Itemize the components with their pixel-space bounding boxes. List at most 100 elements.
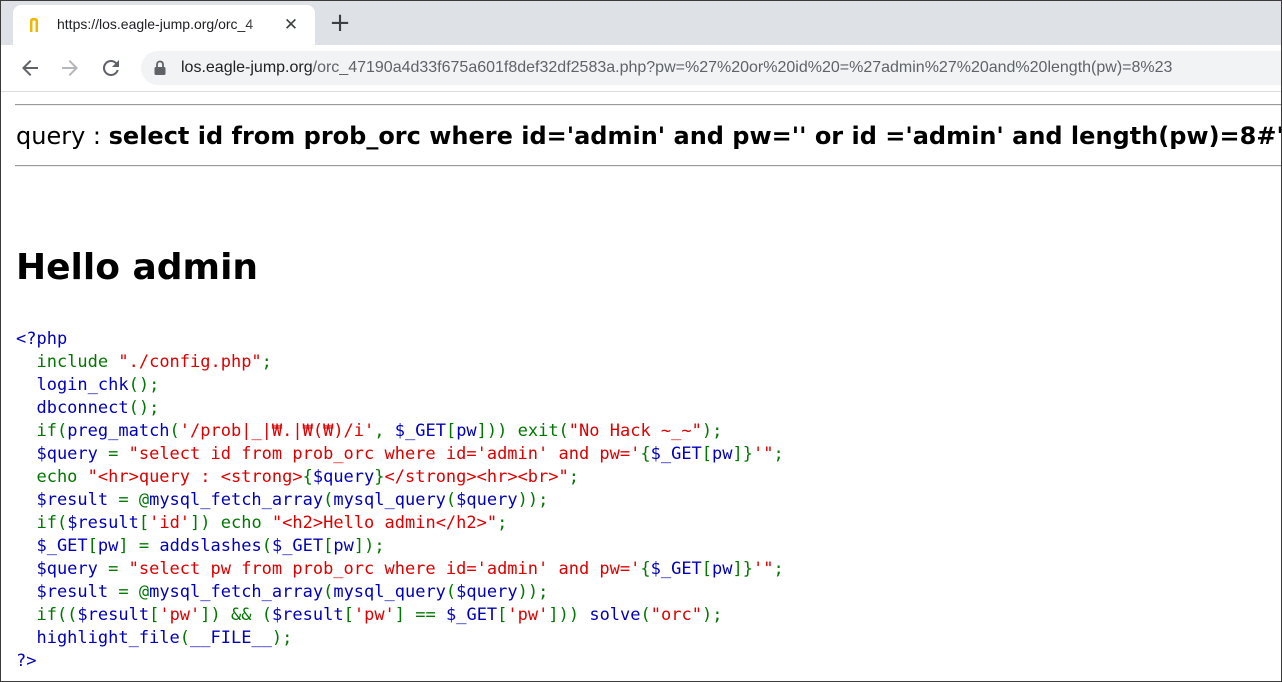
code-token: "./config.php" (118, 352, 262, 372)
code-token: $query (456, 490, 518, 510)
code-token: dbconnect (16, 398, 129, 418)
code-line: ?> (16, 650, 784, 673)
code-token: highlight_file (16, 628, 180, 648)
code-token: ?> (16, 651, 37, 671)
code-token: (); (128, 375, 160, 395)
code-token: ; (773, 559, 784, 579)
code-token: mysql_fetch_array (149, 582, 324, 602)
horizontal-rule-top (15, 104, 1281, 106)
code-token: if( (16, 421, 68, 441)
code-token: include (36, 352, 119, 372)
code-token: $result (271, 605, 344, 625)
tab-title-fade (245, 11, 279, 39)
code-token: [ (445, 421, 457, 441)
code-line: $query = "select pw from prob_orc where … (16, 558, 784, 581)
code-token: login_chk (16, 375, 129, 395)
lock-icon[interactable] (153, 60, 167, 76)
site-favicon-icon (30, 18, 38, 32)
code-token: ; (568, 467, 579, 487)
forward-arrow-icon[interactable] (58, 56, 82, 80)
code-token: "orc" (650, 605, 702, 625)
code-line: highlight_file(__FILE__); (16, 627, 784, 650)
address-bar[interactable]: los.eagle-jump.org/orc_47190a4d33f675a60… (141, 51, 1281, 85)
code-token: { (640, 444, 651, 464)
tab-active[interactable]: https://los.eagle-jump.org/orc_4 ✕ (13, 5, 315, 45)
code-token: )); (517, 490, 549, 510)
code-token: [ (138, 513, 150, 533)
code-token: pw (712, 444, 733, 464)
code-token: ])) (548, 605, 590, 625)
code-token: ] == (394, 605, 446, 625)
code-token: } (374, 467, 385, 487)
code-token: pw (333, 536, 354, 556)
page-content: query : select id from prob_orc where id… (1, 92, 1281, 681)
code-token: "<hr>query : <strong> (87, 467, 303, 487)
code-token: $query (16, 559, 109, 579)
code-token: __FILE__ (190, 628, 272, 648)
code-token: ]} (732, 444, 754, 464)
code-token: pw (456, 421, 477, 441)
code-token: pw (97, 536, 119, 556)
code-token: '" (753, 444, 774, 464)
code-token: "select pw from prob_orc where id='admin… (128, 559, 641, 579)
code-line: $_GET[pw] = addslashes($_GET[pw]); (16, 535, 784, 558)
code-token: if( (16, 513, 68, 533)
browser-window: https://los.eagle-jump.org/orc_4 ✕ + los… (0, 0, 1282, 682)
code-line: include "./config.php"; (16, 351, 784, 374)
code-token: mysql_fetch_array (149, 490, 324, 510)
code-token: [ (701, 559, 713, 579)
code-token: , (374, 421, 395, 441)
code-token: $_GET (650, 444, 702, 464)
code-token: { (640, 559, 651, 579)
code-token: echo (16, 467, 88, 487)
code-token: pw (712, 559, 733, 579)
code-token: ; (773, 444, 784, 464)
code-token: $query (312, 467, 375, 487)
code-token: if(( (16, 605, 78, 625)
code-token: mysql_query (333, 582, 446, 602)
code-token: [ (343, 605, 354, 625)
code-token: ( (261, 536, 272, 556)
code-token: $query (456, 582, 518, 602)
code-token: '/prob|_|₩.|₩(₩)/i' (179, 421, 375, 441)
code-token: 'pw' (507, 605, 549, 625)
code-line: login_chk(); (16, 374, 784, 397)
code-token: $_GET (650, 559, 702, 579)
code-token: $query (16, 444, 109, 464)
code-token: { (302, 467, 313, 487)
code-token: ( (640, 605, 651, 625)
code-token: ( (445, 490, 457, 510)
code-token: = (108, 559, 129, 579)
code-line: if(($result['pw']) && ($result['pw'] == … (16, 604, 784, 627)
code-token: ); (701, 421, 723, 441)
code-token: $result (16, 490, 119, 510)
reload-icon[interactable] (99, 56, 123, 80)
code-line: if($result['id']) echo "<h2>Hello admin<… (16, 512, 784, 535)
php-source-code: <?php include "./config.php"; login_chk(… (16, 328, 784, 673)
url-path: /orc_47190a4d33f675a601f8def32df2583a.ph… (312, 59, 1173, 76)
url-text[interactable]: los.eagle-jump.org/orc_47190a4d33f675a60… (181, 59, 1172, 77)
code-token: )); (517, 582, 549, 602)
code-token: ); (271, 628, 293, 648)
code-token: "No Hack ~_~" (568, 421, 702, 441)
close-tab-icon[interactable]: ✕ (281, 15, 301, 35)
page-heading: Hello admin (16, 247, 259, 288)
code-line: if(preg_match('/prob|_|₩.|₩(₩)/i', $_GET… (16, 420, 784, 443)
code-token: ]} (732, 559, 754, 579)
back-arrow-icon[interactable] (18, 56, 42, 80)
code-token: [ (323, 536, 334, 556)
code-line: dbconnect(); (16, 397, 784, 420)
code-token: $result (77, 605, 150, 625)
code-token: </strong><hr><br>" (384, 467, 569, 487)
code-token: ; (261, 352, 272, 372)
query-line: query : select id from prob_orc where id… (16, 122, 1282, 150)
code-token: $_GET (16, 536, 88, 556)
code-token: [ (87, 536, 98, 556)
code-token: = (108, 444, 129, 464)
new-tab-button[interactable]: + (327, 10, 353, 37)
code-line: $result = @mysql_fetch_array(mysql_query… (16, 489, 784, 512)
query-value: select id from prob_orc where id='admin'… (108, 122, 1282, 150)
code-token: ); (701, 605, 723, 625)
code-token: ] = (118, 536, 160, 556)
code-token: 'id' (149, 513, 191, 533)
